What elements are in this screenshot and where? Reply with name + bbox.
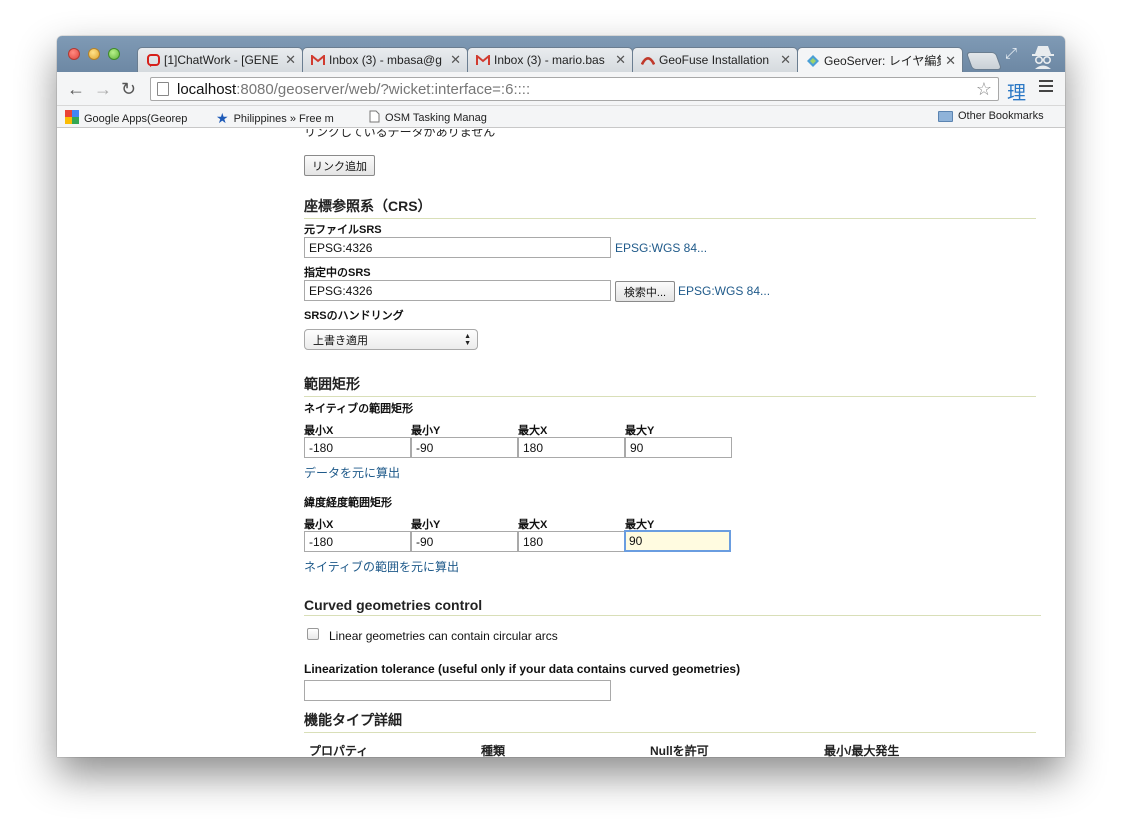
bookmark-label: OSM Tasking Manag <box>385 112 487 124</box>
geoserver-icon <box>806 54 820 68</box>
url-host: localhost <box>177 80 237 98</box>
tab-geofuse[interactable]: GeoFuse Installation ✕ <box>632 47 798 72</box>
bookmarks-bar: Google Apps(Georep ★ Philippines » Free … <box>57 106 1065 128</box>
latlon-maxx-label: 最大X <box>518 519 548 531</box>
native-bbox-label: ネイティブの範囲矩形 <box>304 403 414 415</box>
bbox-section-title: 範囲矩形 <box>304 374 1036 397</box>
srs-handling-select[interactable]: 上書き適用 ▲ ▼ <box>304 329 478 350</box>
tab-gmail-2[interactable]: Inbox (3) - mario.bas ✕ <box>467 47 633 72</box>
no-linked-data-text: リンクしているデータがありません <box>304 129 496 139</box>
native-minx-input[interactable] <box>304 437 411 458</box>
extension-icon[interactable]: 理 <box>1007 78 1026 105</box>
native-maxy-input[interactable] <box>625 437 732 458</box>
latlon-minx-input[interactable] <box>304 531 411 552</box>
tolerance-input[interactable] <box>304 680 611 701</box>
column-header-nillable: Nullを許可 <box>650 744 709 757</box>
native-srs-link[interactable]: EPSG:WGS 84... <box>615 241 707 255</box>
native-miny-label: 最小Y <box>411 425 441 437</box>
fullscreen-icon[interactable]: ⤢ <box>1005 45 1017 62</box>
other-bookmarks-label: Other Bookmarks <box>958 110 1044 122</box>
declared-srs-input[interactable] <box>304 280 611 301</box>
compute-from-data-link[interactable]: データを元に算出 <box>304 464 400 481</box>
latlon-maxy-input[interactable] <box>624 530 731 552</box>
other-bookmarks[interactable]: Other Bookmarks <box>938 110 1044 122</box>
folder-icon <box>938 110 953 122</box>
chatwork-icon <box>146 53 160 67</box>
latlon-maxx-input[interactable] <box>518 531 625 552</box>
native-maxy-label: 最大Y <box>625 425 655 437</box>
declared-srs-link[interactable]: EPSG:WGS 84... <box>678 284 770 298</box>
circular-arcs-checkbox[interactable] <box>307 628 319 640</box>
tab-title: [1]ChatWork - [GENE <box>164 53 279 67</box>
geofuse-icon <box>641 53 655 67</box>
close-icon[interactable]: ✕ <box>945 53 956 69</box>
browser-window: [1]ChatWork - [GENE ✕ Inbox (3) - mbasa@… <box>57 36 1065 757</box>
page-icon <box>157 82 169 96</box>
column-header-property: プロパティ <box>309 744 369 757</box>
url-path: :8080/geoserver/web/?wicket:interface=:6… <box>236 80 531 98</box>
forward-icon[interactable]: → <box>94 79 112 100</box>
native-miny-input[interactable] <box>411 437 518 458</box>
tab-title: Inbox (3) - mario.bas <box>494 53 605 67</box>
browser-toolbar: ← → ↻ localhost:8080/geoserver/web/?wick… <box>57 72 1065 106</box>
google-apps-icon <box>65 110 79 127</box>
menu-icon[interactable] <box>1039 80 1053 95</box>
close-icon[interactable]: ✕ <box>615 52 626 68</box>
bookmark-star-icon[interactable]: ☆ <box>976 79 992 100</box>
tab-title: GeoServer: レイヤ編集 <box>824 54 942 68</box>
native-maxx-input[interactable] <box>518 437 625 458</box>
latlon-minx-label: 最小X <box>304 519 334 531</box>
tab-geoserver[interactable]: GeoServer: レイヤ編集 ✕ <box>797 47 963 73</box>
tab-title: GeoFuse Installation <box>659 53 770 67</box>
address-bar[interactable]: localhost:8080/geoserver/web/?wicket:int… <box>150 77 999 101</box>
circular-arcs-label: Linear geometries can contain circular a… <box>329 629 558 643</box>
close-icon[interactable]: ✕ <box>285 52 296 68</box>
select-arrows-icon: ▲ ▼ <box>464 333 471 347</box>
srs-handling-value: 上書き適用 <box>313 334 368 347</box>
column-header-min-max-occurs: 最小/最大発生 <box>824 744 900 757</box>
minimize-window-button[interactable] <box>88 48 100 60</box>
bookmark-label: Google Apps(Georep <box>84 112 188 125</box>
compute-from-native-link[interactable]: ネイティブの範囲を元に算出 <box>304 558 459 575</box>
bookmark-google-apps[interactable]: Google Apps(Georep <box>65 110 205 127</box>
feature-type-section-title: 機能タイプ詳細 <box>304 710 1036 733</box>
tolerance-label: Linearization tolerance (useful only if … <box>304 662 741 676</box>
add-link-button[interactable]: リンク追加 <box>304 155 375 176</box>
tab-chatwork[interactable]: [1]ChatWork - [GENE ✕ <box>137 47 303 72</box>
close-icon[interactable]: ✕ <box>450 52 461 68</box>
back-icon[interactable]: ← <box>67 79 85 100</box>
reload-icon[interactable]: ↻ <box>121 79 136 100</box>
latlon-miny-label: 最小Y <box>411 519 441 531</box>
latlon-bbox-label: 緯度経度範囲矩形 <box>304 497 392 509</box>
native-srs-label: 元ファイルSRS <box>304 224 382 236</box>
close-icon[interactable]: ✕ <box>780 52 791 68</box>
declared-srs-label: 指定中のSRS <box>304 267 371 279</box>
srs-handling-label: SRSのハンドリング <box>304 310 404 322</box>
star-icon: ★ <box>216 110 229 126</box>
latlon-miny-input[interactable] <box>411 531 518 552</box>
zoom-window-button[interactable] <box>108 48 120 60</box>
page-content: リンクしているデータがありません リンク追加 座標参照系（CRS） 元ファイルS… <box>57 129 1065 757</box>
column-header-type: 種類 <box>481 744 506 757</box>
gmail-icon <box>311 53 325 67</box>
bookmark-osm-tasking[interactable]: OSM Tasking Manag <box>369 110 503 126</box>
find-srs-button[interactable]: 検索中... <box>615 281 675 302</box>
tab-title: Inbox (3) - mbasa@g <box>329 53 442 67</box>
bookmark-label: Philippines » Free m <box>233 112 334 125</box>
gmail-icon <box>476 53 490 67</box>
new-tab-button[interactable] <box>965 52 1003 70</box>
crs-section-title: 座標参照系（CRS） <box>304 196 1036 219</box>
incognito-icon <box>1029 42 1057 70</box>
tab-gmail-1[interactable]: Inbox (3) - mbasa@g ✕ <box>302 47 468 72</box>
close-window-button[interactable] <box>68 48 80 60</box>
native-srs-input[interactable] <box>304 237 611 258</box>
tab-strip: [1]ChatWork - [GENE ✕ Inbox (3) - mbasa@… <box>57 36 1065 73</box>
bookmark-philippines[interactable]: ★ Philippines » Free m <box>216 110 352 127</box>
native-maxx-label: 最大X <box>518 425 548 437</box>
native-minx-label: 最小X <box>304 425 334 437</box>
page-icon <box>369 110 380 126</box>
curved-section-title: Curved geometries control <box>304 597 1041 616</box>
